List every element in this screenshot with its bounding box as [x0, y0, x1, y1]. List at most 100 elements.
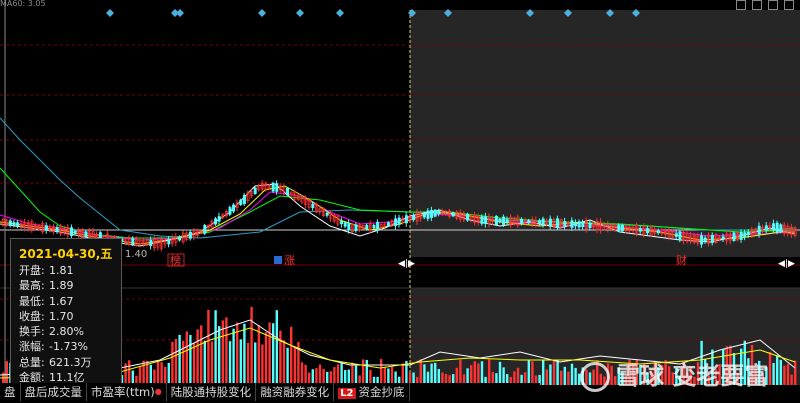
candle[interactable]	[271, 182, 275, 192]
candle[interactable]	[217, 216, 221, 222]
candle[interactable]	[581, 222, 585, 228]
volume-bar[interactable]	[196, 329, 199, 385]
volume-bar[interactable]	[178, 334, 181, 385]
volume-bar[interactable]	[156, 360, 160, 385]
candle[interactable]	[779, 224, 783, 233]
candle[interactable]	[772, 223, 776, 230]
volume-bar[interactable]	[300, 362, 304, 385]
bang-marker[interactable]: 榜	[170, 253, 181, 267]
event-diamond-icon[interactable]	[296, 9, 304, 17]
volume-bar[interactable]	[786, 363, 790, 385]
candle[interactable]	[44, 225, 48, 231]
volume-bar[interactable]	[459, 359, 462, 385]
volume-bar[interactable]	[243, 323, 246, 385]
volume-bar[interactable]	[365, 359, 368, 385]
candle[interactable]	[325, 212, 329, 216]
candle[interactable]	[538, 220, 542, 224]
candle[interactable]	[404, 215, 408, 224]
event-diamond-icon[interactable]	[106, 9, 114, 17]
candle[interactable]	[354, 224, 358, 232]
candle[interactable]	[710, 234, 714, 243]
volume-bar[interactable]	[473, 361, 476, 385]
candle[interactable]	[437, 210, 441, 215]
candle[interactable]	[286, 187, 290, 196]
candle[interactable]	[757, 225, 761, 235]
volume-bar[interactable]	[290, 326, 293, 385]
indicator-tab[interactable]: 融资融券变化	[256, 383, 335, 401]
indicator-tab[interactable]: 市盈率(ttm)●	[87, 383, 167, 401]
candle[interactable]	[674, 233, 678, 237]
event-diamond-icon[interactable]	[176, 9, 184, 17]
candle[interactable]	[16, 222, 20, 227]
volume-bar[interactable]	[336, 364, 340, 385]
candle[interactable]	[253, 187, 257, 194]
volume-bar[interactable]	[552, 360, 556, 385]
candle[interactable]	[721, 236, 725, 240]
candle[interactable]	[588, 222, 592, 229]
candle[interactable]	[275, 183, 279, 192]
candle[interactable]	[678, 231, 682, 241]
volume-bar[interactable]	[200, 325, 203, 385]
candle[interactable]	[203, 224, 207, 234]
event-diamond-icon[interactable]	[336, 9, 344, 17]
volume-bar[interactable]	[257, 324, 260, 385]
candle[interactable]	[311, 203, 315, 209]
candle[interactable]	[548, 218, 552, 227]
volume-bar[interactable]	[261, 344, 264, 385]
candle[interactable]	[743, 232, 747, 238]
candle[interactable]	[646, 228, 650, 234]
candle[interactable]	[55, 227, 59, 232]
candle[interactable]	[574, 222, 578, 227]
candle[interactable]	[386, 222, 390, 226]
candle[interactable]	[541, 218, 545, 226]
volume-bar[interactable]	[779, 359, 782, 385]
candle[interactable]	[214, 218, 218, 225]
candle[interactable]	[498, 218, 502, 223]
candle[interactable]	[376, 221, 380, 231]
candle[interactable]	[502, 216, 506, 225]
volume-bar[interactable]	[549, 364, 552, 385]
volume-bar[interactable]	[279, 330, 282, 385]
volume-bar[interactable]	[556, 360, 559, 385]
volume-bar[interactable]	[214, 310, 217, 385]
volume-bar[interactable]	[531, 361, 534, 385]
volume-bar[interactable]	[282, 340, 286, 385]
volume-bar[interactable]	[264, 332, 268, 385]
candle[interactable]	[746, 231, 750, 236]
candle[interactable]	[656, 230, 660, 234]
candle[interactable]	[775, 222, 779, 233]
volume-bar[interactable]	[480, 361, 484, 385]
candle[interactable]	[703, 237, 707, 242]
candle[interactable]	[232, 204, 236, 212]
volume-bar[interactable]	[776, 355, 779, 385]
volume-bar[interactable]	[362, 359, 365, 385]
candle[interactable]	[732, 232, 736, 241]
candle[interactable]	[242, 194, 246, 204]
candle[interactable]	[505, 219, 509, 223]
volume-bar[interactable]	[228, 341, 232, 385]
candle[interactable]	[480, 216, 484, 224]
candle[interactable]	[84, 231, 88, 237]
candle[interactable]	[520, 218, 524, 224]
volume-bar[interactable]	[5, 361, 8, 385]
candle[interactable]	[131, 237, 135, 245]
candle[interactable]	[422, 213, 426, 218]
volume-bar[interactable]	[567, 371, 570, 385]
volume-bar[interactable]	[254, 342, 257, 385]
event-diamond-icon[interactable]	[258, 9, 266, 17]
candle[interactable]	[167, 239, 171, 245]
volume-bar[interactable]	[286, 347, 289, 385]
volume-bar[interactable]	[128, 360, 131, 385]
volume-bar[interactable]	[174, 338, 178, 385]
candle[interactable]	[620, 224, 624, 232]
volume-bar[interactable]	[340, 362, 343, 385]
candle[interactable]	[577, 221, 581, 228]
volume-bar[interactable]	[192, 343, 196, 385]
zhang-marker[interactable]: 涨	[284, 254, 295, 267]
candle[interactable]	[451, 212, 455, 217]
candle[interactable]	[527, 220, 531, 223]
volume-bar[interactable]	[574, 367, 577, 385]
volume-bar[interactable]	[250, 306, 253, 385]
candle[interactable]	[484, 216, 488, 224]
candle[interactable]	[397, 217, 401, 225]
